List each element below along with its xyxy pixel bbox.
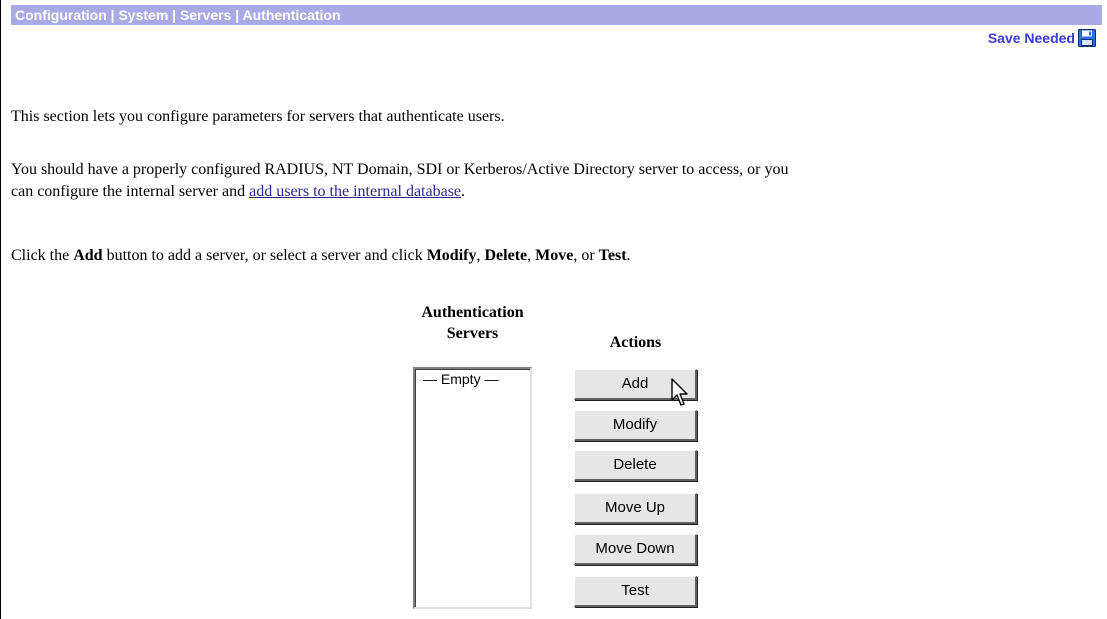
actions-column-header: Actions	[609, 334, 662, 351]
instructions-test-keyword: Test	[598, 247, 627, 264]
instructions-part: , or	[573, 247, 599, 264]
breadcrumb: Configuration | System | Servers | Authe…	[15, 7, 341, 23]
requirements-line-2: can configure the internal server and ad…	[11, 181, 788, 203]
instructions-add-keyword: Add	[73, 247, 103, 264]
server-list-item-empty[interactable]: — Empty —	[415, 369, 530, 387]
move-down-button[interactable]: Move Down	[574, 534, 697, 565]
instructions-part: button to add a server, or select a serv…	[102, 247, 427, 264]
test-button[interactable]: Test	[574, 576, 697, 607]
authentication-servers-list[interactable]: — Empty —	[413, 367, 532, 609]
instructions-part: .	[626, 247, 631, 264]
servers-column-header: Authentication Servers	[405, 302, 540, 344]
requirements-text: You should have a properly configured RA…	[11, 159, 788, 203]
left-border-rule	[0, 0, 1, 619]
add-button[interactable]: Add	[574, 369, 697, 400]
floppy-disk-icon	[1078, 29, 1096, 47]
requirements-line-1: You should have a properly configured RA…	[11, 161, 789, 178]
servers-header-line-2: Servers	[446, 325, 499, 342]
intro-text: This section lets you configure paramete…	[11, 108, 505, 125]
add-users-link[interactable]: add users to the internal database	[249, 183, 461, 200]
servers-header-line-1: Authentication	[421, 304, 524, 321]
instructions-part: ,	[527, 247, 536, 264]
instructions-move-keyword: Move	[535, 247, 574, 264]
move-up-button[interactable]: Move Up	[574, 493, 697, 524]
save-needed-button[interactable]: Save Needed	[988, 28, 1096, 48]
instructions-modify-keyword: Modify	[426, 247, 477, 264]
requirements-line-2-prefix: can configure the internal server and	[11, 183, 250, 200]
requirements-line-2-suffix: .	[461, 183, 466, 200]
instructions-text: Click the Add button to add a server, or…	[11, 245, 631, 267]
instructions-part: Click the	[11, 247, 74, 264]
breadcrumb-bar: Configuration | System | Servers | Authe…	[11, 5, 1102, 25]
save-needed-label: Save Needed	[987, 30, 1075, 46]
delete-button[interactable]: Delete	[574, 450, 697, 481]
instructions-delete-keyword: Delete	[484, 247, 528, 264]
modify-button[interactable]: Modify	[574, 410, 697, 441]
